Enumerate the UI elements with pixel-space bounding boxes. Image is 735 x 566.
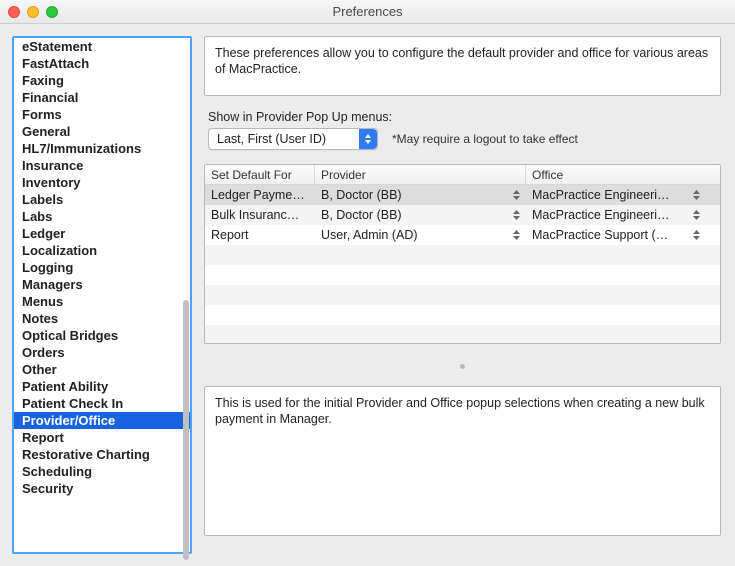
chevron-up-down-icon <box>359 129 377 149</box>
table-row-empty <box>205 305 720 325</box>
sidebar-item[interactable]: Forms <box>14 106 190 123</box>
sidebar-item[interactable]: Report <box>14 429 190 446</box>
sidebar-item[interactable]: Notes <box>14 310 190 327</box>
sidebar-item[interactable]: Labels <box>14 191 190 208</box>
table-row-empty <box>205 325 720 344</box>
table-row-empty <box>205 285 720 305</box>
cell-provider[interactable]: B, Doctor (BB) <box>315 205 526 225</box>
col-provider[interactable]: Provider <box>315 165 526 184</box>
chevron-up-down-icon <box>693 190 700 200</box>
scroll-thumb[interactable] <box>183 300 189 560</box>
chevron-up-down-icon <box>513 230 520 240</box>
table-header: Set Default For Provider Office <box>205 165 720 185</box>
sidebar-item[interactable]: Faxing <box>14 72 190 89</box>
col-blank <box>706 165 720 184</box>
sidebar-item[interactable]: Ledger <box>14 225 190 242</box>
sidebar-item[interactable]: FastAttach <box>14 55 190 72</box>
defaults-table: Set Default For Provider Office Ledger P… <box>204 164 721 344</box>
sidebar: eStatementFastAttachFaxingFinancialForms… <box>12 36 192 554</box>
cell-office[interactable]: MacPractice Support (… <box>526 225 706 245</box>
cell-provider[interactable]: B, Doctor (BB) <box>315 185 526 205</box>
titlebar: Preferences <box>0 0 735 24</box>
cell-set-default: Report <box>205 225 315 245</box>
sidebar-item[interactable]: Provider/Office <box>14 412 190 429</box>
provider-popup-select[interactable]: Last, First (User ID) <box>208 128 378 150</box>
table-row[interactable]: ReportUser, Admin (AD)MacPractice Suppor… <box>205 225 720 245</box>
table-body: Ledger Payme…B, Doctor (BB)MacPractice E… <box>205 185 720 344</box>
cell-provider[interactable]: User, Admin (AD) <box>315 225 526 245</box>
sidebar-item[interactable]: Localization <box>14 242 190 259</box>
sidebar-list[interactable]: eStatementFastAttachFaxingFinancialForms… <box>14 38 190 552</box>
popup-label: Show in Provider Pop Up menus: <box>208 110 721 124</box>
sidebar-item[interactable]: Patient Ability <box>14 378 190 395</box>
sidebar-item[interactable]: Restorative Charting <box>14 446 190 463</box>
window-title: Preferences <box>0 4 735 19</box>
col-office[interactable]: Office <box>526 165 706 184</box>
cell-set-default: Ledger Payme… <box>205 185 315 205</box>
sidebar-item[interactable]: Orders <box>14 344 190 361</box>
col-set-default[interactable]: Set Default For <box>205 165 315 184</box>
table-scrollbar[interactable] <box>713 187 719 341</box>
sidebar-item[interactable]: Logging <box>14 259 190 276</box>
pane-description: These preferences allow you to configure… <box>204 36 721 96</box>
sidebar-item[interactable]: Patient Check In <box>14 395 190 412</box>
table-row[interactable]: Bulk Insuranc…B, Doctor (BB)MacPractice … <box>205 205 720 225</box>
sidebar-item[interactable]: Scheduling <box>14 463 190 480</box>
popup-note: *May require a logout to take effect <box>392 132 578 146</box>
cell-office[interactable]: MacPractice Engineeri… <box>526 205 706 225</box>
content: eStatementFastAttachFaxingFinancialForms… <box>0 24 735 566</box>
table-row-empty <box>205 265 720 285</box>
pane-help-text: This is used for the initial Provider an… <box>204 386 721 536</box>
sidebar-item[interactable]: Inventory <box>14 174 190 191</box>
sidebar-item[interactable]: General <box>14 123 190 140</box>
popup-section: Show in Provider Pop Up menus: Last, Fir… <box>204 110 721 150</box>
sidebar-item[interactable]: eStatement <box>14 38 190 55</box>
sidebar-item[interactable]: Labs <box>14 208 190 225</box>
sidebar-item[interactable]: Financial <box>14 89 190 106</box>
provider-popup-value: Last, First (User ID) <box>209 132 359 146</box>
sidebar-item[interactable]: Insurance <box>14 157 190 174</box>
sidebar-item[interactable]: Other <box>14 361 190 378</box>
table-row-empty <box>205 245 720 265</box>
cell-set-default: Bulk Insuranc… <box>205 205 315 225</box>
sidebar-item[interactable]: Security <box>14 480 190 497</box>
table-resize-handle[interactable] <box>204 360 721 372</box>
chevron-up-down-icon <box>513 190 520 200</box>
sidebar-item[interactable]: HL7/Immunizations <box>14 140 190 157</box>
sidebar-item[interactable]: Managers <box>14 276 190 293</box>
table-row[interactable]: Ledger Payme…B, Doctor (BB)MacPractice E… <box>205 185 720 205</box>
sidebar-item[interactable]: Optical Bridges <box>14 327 190 344</box>
main-pane: These preferences allow you to configure… <box>204 36 723 554</box>
chevron-up-down-icon <box>693 210 700 220</box>
chevron-up-down-icon <box>513 210 520 220</box>
chevron-up-down-icon <box>693 230 700 240</box>
sidebar-scrollbar[interactable] <box>183 40 189 550</box>
sidebar-item[interactable]: Menus <box>14 293 190 310</box>
cell-office[interactable]: MacPractice Engineeri… <box>526 185 706 205</box>
